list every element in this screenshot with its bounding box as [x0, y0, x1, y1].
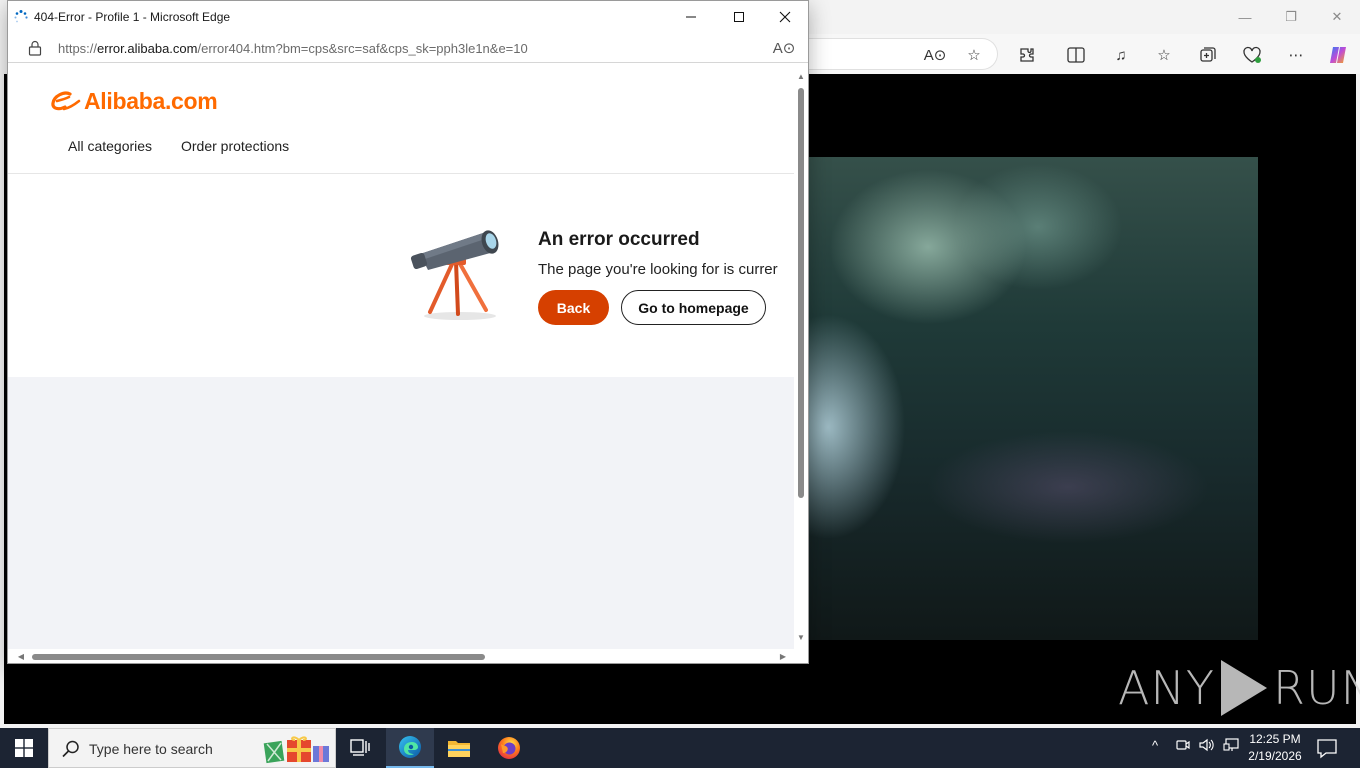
more-options-icon[interactable]: ⋯ [1285, 44, 1307, 66]
vertical-scroll-thumb[interactable] [798, 88, 804, 498]
scroll-left-arrow-icon[interactable]: ◀ [14, 650, 28, 662]
video-frame [808, 157, 1258, 640]
watermark-text-right: RUN [1272, 661, 1360, 715]
anyrun-watermark: ANY RUN [1118, 660, 1360, 716]
lock-icon[interactable] [28, 40, 42, 56]
extensions-icon[interactable] [1016, 44, 1038, 66]
popup-browser-window: 404-Error - Profile 1 - Microsoft Edge h… [7, 0, 809, 664]
scroll-right-arrow-icon[interactable]: ▶ [776, 650, 790, 662]
logo-text: Alibaba.com [84, 87, 218, 114]
watermark-text-left: ANY [1118, 661, 1215, 715]
performance-icon[interactable] [1241, 44, 1263, 66]
read-aloud-icon[interactable]: A⊙ [773, 38, 796, 58]
close-button[interactable]: ✕ [1314, 4, 1360, 30]
loading-spinner-icon [14, 10, 28, 23]
site-header: Alibaba.com All categories Order protect… [8, 64, 794, 174]
read-aloud-icon[interactable]: A⊙ [924, 44, 947, 66]
horizontal-scroll-thumb[interactable] [32, 654, 485, 660]
restore-button[interactable]: ❐ [1268, 4, 1314, 30]
telescope-illustration [410, 230, 499, 320]
scroll-up-arrow-icon[interactable]: ▲ [794, 70, 808, 82]
edge-taskbar-icon[interactable] [386, 728, 434, 768]
file-explorer-icon[interactable] [435, 728, 483, 768]
alibaba-logo-icon [51, 91, 81, 111]
url-scheme: https:// [58, 41, 98, 56]
taskbar: Type here to search ^ 12:25 PM 2/19/2026 [0, 728, 1360, 768]
clock-time[interactable]: 12:25 PM [1246, 732, 1304, 746]
url-path: /error404.htm?bm=cps&src=saf&cps_sk=pph3… [197, 41, 528, 56]
horizontal-scrollbar[interactable]: ◀ ▶ [8, 649, 808, 663]
url-host: error.alibaba.com [97, 41, 198, 56]
start-button[interactable] [0, 728, 48, 768]
play-icon [1220, 660, 1267, 716]
collections-icon[interactable] [1197, 44, 1219, 66]
page-viewport: Alibaba.com All categories Order protect… [8, 64, 794, 649]
popup-titlebar[interactable]: 404-Error - Profile 1 - Microsoft Edge [8, 1, 808, 33]
favorite-star-icon[interactable]: ☆ [963, 44, 985, 66]
url-text[interactable]: https://error.alibaba.com/error404.htm?b… [58, 41, 528, 56]
copilot-icon[interactable] [1327, 44, 1349, 66]
search-placeholder: Type here to search [89, 741, 213, 757]
clock-date[interactable]: 2/19/2026 [1246, 749, 1304, 763]
minimize-button[interactable] [668, 3, 714, 31]
windows-logo-icon [15, 739, 33, 757]
close-button[interactable] [762, 3, 808, 31]
taskbar-search-box[interactable]: Type here to search [48, 728, 336, 768]
scroll-down-arrow-icon[interactable]: ▼ [794, 631, 808, 643]
volume-icon[interactable] [1199, 738, 1215, 755]
back-button[interactable]: Back [538, 290, 609, 325]
notification-center-icon[interactable] [1314, 736, 1340, 760]
alibaba-logo[interactable]: Alibaba.com [48, 86, 218, 116]
gift-boxes-icon [263, 736, 329, 764]
go-to-homepage-button[interactable]: Go to homepage [621, 290, 766, 325]
network-icon[interactable] [1223, 738, 1239, 755]
error-section: An error occurred The page you're lookin… [8, 174, 794, 377]
meet-now-icon[interactable] [1176, 738, 1190, 755]
address-bar[interactable]: https://error.alibaba.com/error404.htm?b… [8, 33, 808, 63]
error-title: An error occurred [538, 229, 700, 250]
favorites-icon[interactable]: ☆ [1153, 44, 1175, 66]
split-screen-icon[interactable] [1065, 44, 1087, 66]
nav-order-protections[interactable]: Order protections [181, 138, 289, 154]
minimize-button[interactable]: — [1222, 4, 1268, 30]
nav-all-categories[interactable]: All categories [68, 138, 152, 154]
search-icon [62, 740, 79, 758]
task-view-icon[interactable] [336, 728, 384, 768]
browser-essentials-icon[interactable]: ♫ [1110, 44, 1132, 66]
error-description: The page you're looking for is currer [538, 261, 778, 278]
window-title: 404-Error - Profile 1 - Microsoft Edge [34, 10, 231, 24]
firefox-icon[interactable] [485, 728, 533, 768]
maximize-button[interactable] [716, 3, 762, 31]
vertical-scrollbar[interactable]: ▲ ▼ [794, 64, 808, 649]
show-hidden-icons-icon[interactable]: ^ [1152, 738, 1158, 753]
